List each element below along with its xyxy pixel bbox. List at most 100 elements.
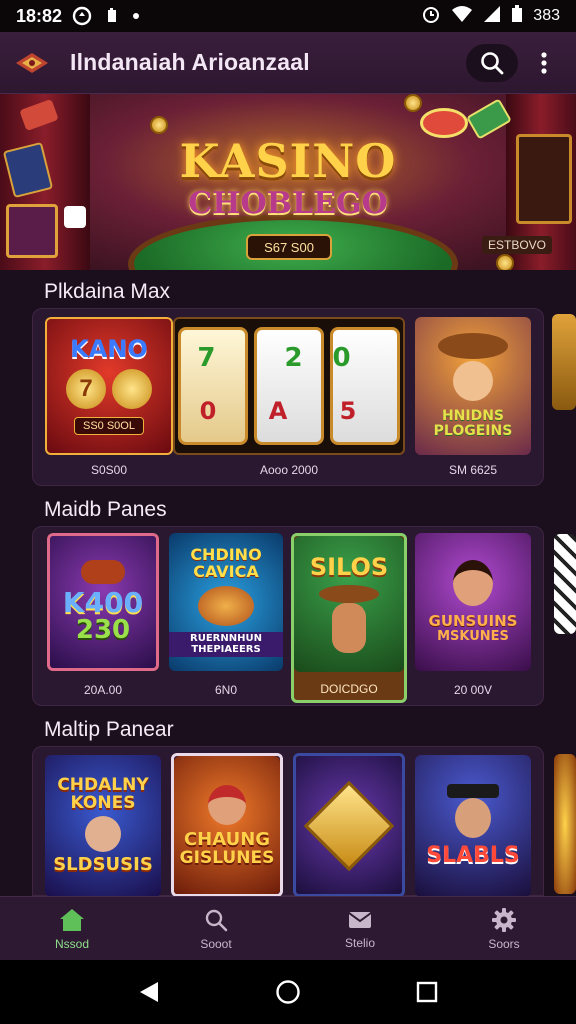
tile-art-badge: SS0 S0OL [74,416,144,435]
game-thumbnail: 7 20 0 A 5 [173,317,405,455]
tile-art-title: KANO [70,335,148,364]
game-tile-selected[interactable]: SILOS DOICDGO [291,533,407,703]
mail-icon [348,911,372,928]
character-graphic [453,361,493,402]
game-thumbnail [296,756,402,894]
character-graphic [332,602,366,653]
game-tile[interactable]: CHDINO CAVICA RUERNNHUN THEPIAEERS 6N0 [169,533,283,701]
game-row-1: KANO 7 SS0 S0OL S0S00 7 20 0 A 5 Aooo 20… [32,308,544,486]
tile-art-title: CHAUNG [183,828,271,850]
game-tile-peek[interactable] [552,314,576,410]
game-tile[interactable]: CHAUNG GISLUNES [171,753,283,897]
coin-graphic [112,368,152,409]
nav-home[interactable]: Nssod [0,897,144,960]
home-icon [60,908,84,931]
character-graphic [453,560,493,607]
game-tile-peek[interactable] [554,754,576,894]
alarm-icon [421,4,441,29]
recents-icon [416,981,437,1003]
tile-art-sub: SLDSUSIS [53,854,153,876]
tile-art-title: SLABLS [426,843,520,869]
hat-graphic [319,584,379,603]
character-graphic [85,816,121,853]
sim-icon [106,8,118,24]
tile-caption: 20A.00 [83,683,123,697]
tile-caption: Aooo 2000 [259,463,319,477]
game-thumbnail: KANO 7 SS0 S0OL [45,317,173,455]
tile-art-sub: RUERNNHUN THEPIAEERS [169,632,283,658]
banner-subtitle: CHOBLEGO [188,186,388,221]
coin-graphic [404,94,422,112]
tile-art-sub: 0 A 5 [199,397,379,425]
section-title-3: Maltip Panear [44,718,174,741]
tile-art-sub: PLOGEINS [433,423,513,439]
circle-home-icon [276,980,300,1004]
tile-art-sub: 230 [75,615,131,646]
status-time: 18:82 [16,5,63,26]
game-tile-peek[interactable] [554,534,576,634]
nav-label: Soors [488,936,520,951]
diamond-icon [303,780,395,872]
game-thumbnail: GUNSUINS MSKUNES [415,533,531,671]
search-icon [205,909,228,931]
game-thumbnail: K400 230 [47,533,159,671]
tile-caption: 20 00V [453,683,493,697]
tile-caption: 6N0 [214,683,237,697]
nav-label: Stelio [344,935,376,950]
bottom-navigation: Nssod Sooot Stelio Soors [0,896,576,960]
promo-banner[interactable]: KASINO CHOBLEGO S67 S00 ESTBOVO [0,94,576,270]
game-tile[interactable]: HNIDNS PLOGEINS SM 6625 [415,317,531,481]
game-tile[interactable]: KANO 7 SS0 S0OL S0S00 [45,317,173,481]
tile-art-title: CHDALNY KONES [57,774,149,813]
nav-search[interactable]: Sooot [144,897,288,960]
tile-art-title: K400 [62,585,144,619]
app-logo-icon[interactable] [12,46,52,80]
game-tile[interactable]: CHDALNY KONES SLDSUSIS [45,755,161,897]
tile-art-title: GUNSUINS [428,612,518,631]
notification-icon [72,6,92,26]
game-tile[interactable]: GUNSUINS MSKUNES 20 00V [415,533,531,701]
game-tile[interactable]: K400 230 20A.00 [47,533,159,701]
tile-caption: DOICDGO [320,682,378,696]
game-thumbnail: CHDINO CAVICA RUERNNHUN THEPIAEERS [169,533,283,671]
back-button[interactable] [129,972,169,1012]
bread-graphic [198,586,254,627]
recents-button[interactable] [407,972,447,1012]
tile-art-sub: MSKUNES [437,629,509,645]
back-icon [140,982,159,1002]
hat-graphic [447,784,499,799]
gear-icon [492,907,516,932]
wifi-icon [451,5,473,28]
coin-graphic [150,116,168,134]
banner-plaque: S67 S00 [246,234,332,260]
battery-text: 383 [533,7,560,24]
nav-messages[interactable]: Stelio [288,897,432,960]
banner-right-label: ESTBOVO [481,236,552,254]
coin-graphic [496,254,514,270]
tile-art-sub: 7 [66,368,106,409]
tile-caption: SM 6625 [448,463,498,477]
game-tile[interactable]: SLABLS [415,755,531,897]
food-graphic [81,559,125,584]
game-tile[interactable] [293,753,405,897]
game-row-3: CHDALNY KONES SLDSUSIS CHAUNG GISLUNES S… [32,746,544,897]
battery-icon [511,4,523,28]
tile-art-sub: GISLUNES [179,847,275,868]
home-button[interactable] [268,972,308,1012]
nav-settings[interactable]: Soors [432,897,576,960]
game-row-2: K400 230 20A.00 CHDINO CAVICA RUERNNHUN … [32,526,544,706]
section-title-1: Plkdaina Max [44,280,171,303]
banner-title: KASINO [179,134,397,188]
nav-label: Sooot [200,936,232,951]
game-tile[interactable]: 7 20 0 A 5 Aooo 2000 [173,317,405,481]
search-button[interactable] [466,43,518,82]
hat-graphic [438,333,508,360]
game-thumbnail: CHAUNG GISLUNES [174,756,280,894]
game-thumbnail: HNIDNS PLOGEINS [415,317,531,455]
status-bar: 18:82 383 [0,0,576,32]
nav-label: Nssod [54,936,89,951]
app-bar: Ilndanaiah Arioanzaal [0,32,576,94]
game-thumbnail: SILOS [294,536,404,672]
tile-art-title: CHDINO CAVICA [190,544,262,581]
more-options-button[interactable] [524,43,564,83]
